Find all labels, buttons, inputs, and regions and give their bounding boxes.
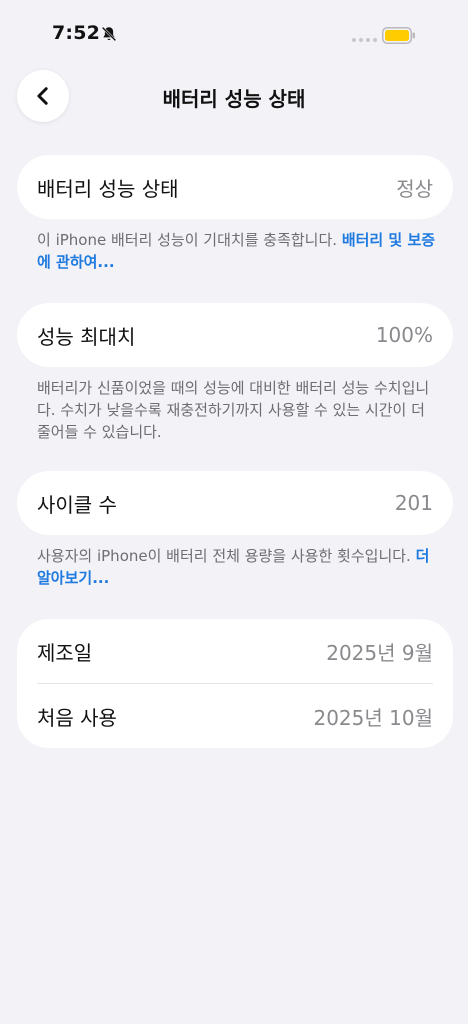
max-capacity-value: 100% xyxy=(375,323,433,347)
first-use-value: 2025년 10월 xyxy=(313,705,433,730)
max-capacity-footnote: 배터리가 신품이었을 때의 성능에 대비한 배터리 성능 수치입니다. 수치가 … xyxy=(37,377,437,443)
cycle-count-footnote: 사용자의 iPhone이 배터리 전체 용량을 사용한 횟수입니다. 더 알아보… xyxy=(37,545,437,589)
first-use-row: 처음 사용 2025년 10월 xyxy=(17,684,453,748)
cycle-count-label: 사이클 수 xyxy=(37,492,117,517)
battery-health-row: 배터리 성능 상태 정상 xyxy=(17,155,453,219)
cycle-count-value: 201 xyxy=(394,491,433,515)
first-use-label: 처음 사용 xyxy=(37,705,117,730)
battery-health-label: 배터리 성능 상태 xyxy=(37,176,179,201)
max-capacity-card: 성능 최대치 100% xyxy=(17,303,453,367)
max-capacity-row: 성능 최대치 100% xyxy=(17,303,453,367)
page-title: 배터리 성능 상태 xyxy=(162,87,306,111)
dates-card: 제조일 2025년 9월 처음 사용 2025년 10월 xyxy=(17,619,453,748)
manufacture-date-label: 제조일 xyxy=(37,640,93,665)
battery-health-value: 정상 xyxy=(396,176,433,201)
battery-icon xyxy=(382,27,415,44)
battery-health-card: 배터리 성능 상태 정상 xyxy=(17,155,453,219)
manufacture-date-row: 제조일 2025년 9월 xyxy=(17,619,453,683)
signal-dots-icon xyxy=(352,38,377,42)
navigation-bar: 배터리 성능 상태 xyxy=(0,70,468,124)
cycle-count-row: 사이클 수 201 xyxy=(17,471,453,535)
battery-health-footnote: 이 iPhone 배터리 성능이 기대치를 충족합니다. 배터리 및 보증에 관… xyxy=(37,229,437,273)
status-time: 7:52 xyxy=(52,22,101,44)
cycle-count-card: 사이클 수 201 xyxy=(17,471,453,535)
status-bar: 7:52 xyxy=(0,0,468,70)
bell-slash-icon xyxy=(101,26,117,42)
cycle-count-footnote-text: 사용자의 iPhone이 배터리 전체 용량을 사용한 횟수입니다. xyxy=(37,547,416,565)
max-capacity-footnote-text: 배터리가 신품이었을 때의 성능에 대비한 배터리 성능 수치입니다. 수치가 … xyxy=(37,379,430,441)
battery-health-footnote-text: 이 iPhone 배터리 성능이 기대치를 충족합니다. xyxy=(37,231,342,249)
manufacture-date-value: 2025년 9월 xyxy=(326,640,433,665)
max-capacity-label: 성능 최대치 xyxy=(37,324,136,349)
